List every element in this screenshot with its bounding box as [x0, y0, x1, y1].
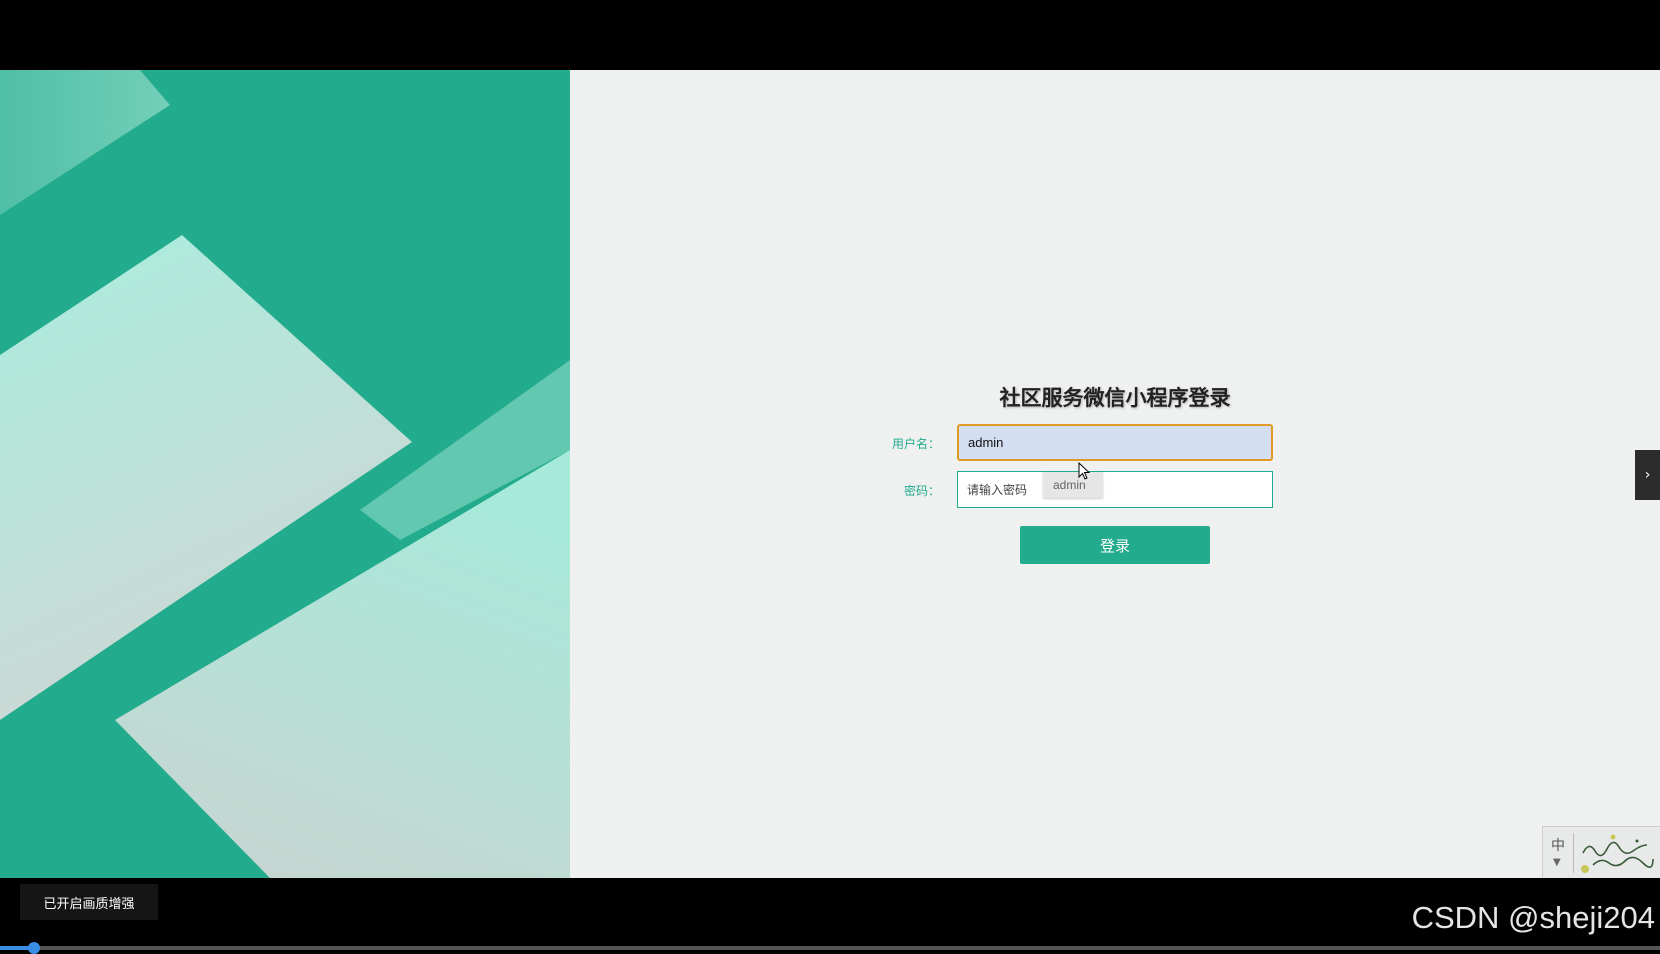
- login-button[interactable]: 登录: [1020, 526, 1210, 564]
- video-progress-track[interactable]: [0, 942, 1660, 954]
- ime-mode-indicator[interactable]: 中: [1551, 835, 1565, 855]
- autocomplete-suggestion[interactable]: admin: [1043, 472, 1103, 498]
- video-bottom-bar: 已开启画质增强 CSDN @sheji204: [0, 878, 1660, 954]
- shape-top-stripe: [0, 70, 170, 215]
- csdn-watermark: CSDN @sheji204: [1411, 900, 1655, 935]
- background-shapes: [0, 70, 570, 878]
- username-input[interactable]: [957, 424, 1273, 461]
- side-expand-tab[interactable]: ›: [1635, 450, 1660, 500]
- ime-handwriting-icon: [1581, 834, 1654, 873]
- mouse-cursor-icon: [1078, 462, 1091, 480]
- video-top-bar: [0, 0, 1660, 70]
- quality-enhance-toast: 已开启画质增强: [20, 884, 158, 920]
- decorative-background-panel: [0, 70, 570, 878]
- username-label: 用户名：: [891, 437, 940, 451]
- video-progress-knob[interactable]: [28, 942, 40, 954]
- login-page: 社区服务微信小程序登录 用户名： 密码： admin 登录 › 中 ▼: [0, 70, 1660, 878]
- ime-divider: [1573, 833, 1574, 873]
- skin-icon[interactable]: ▼: [1553, 857, 1561, 868]
- password-label: 密码：: [903, 484, 940, 498]
- password-input[interactable]: [957, 471, 1273, 508]
- chevron-right-icon: ›: [1644, 467, 1651, 483]
- ime-toolbar[interactable]: 中 ▼: [1542, 826, 1660, 878]
- login-title: 社区服务微信小程序登录: [999, 386, 1231, 410]
